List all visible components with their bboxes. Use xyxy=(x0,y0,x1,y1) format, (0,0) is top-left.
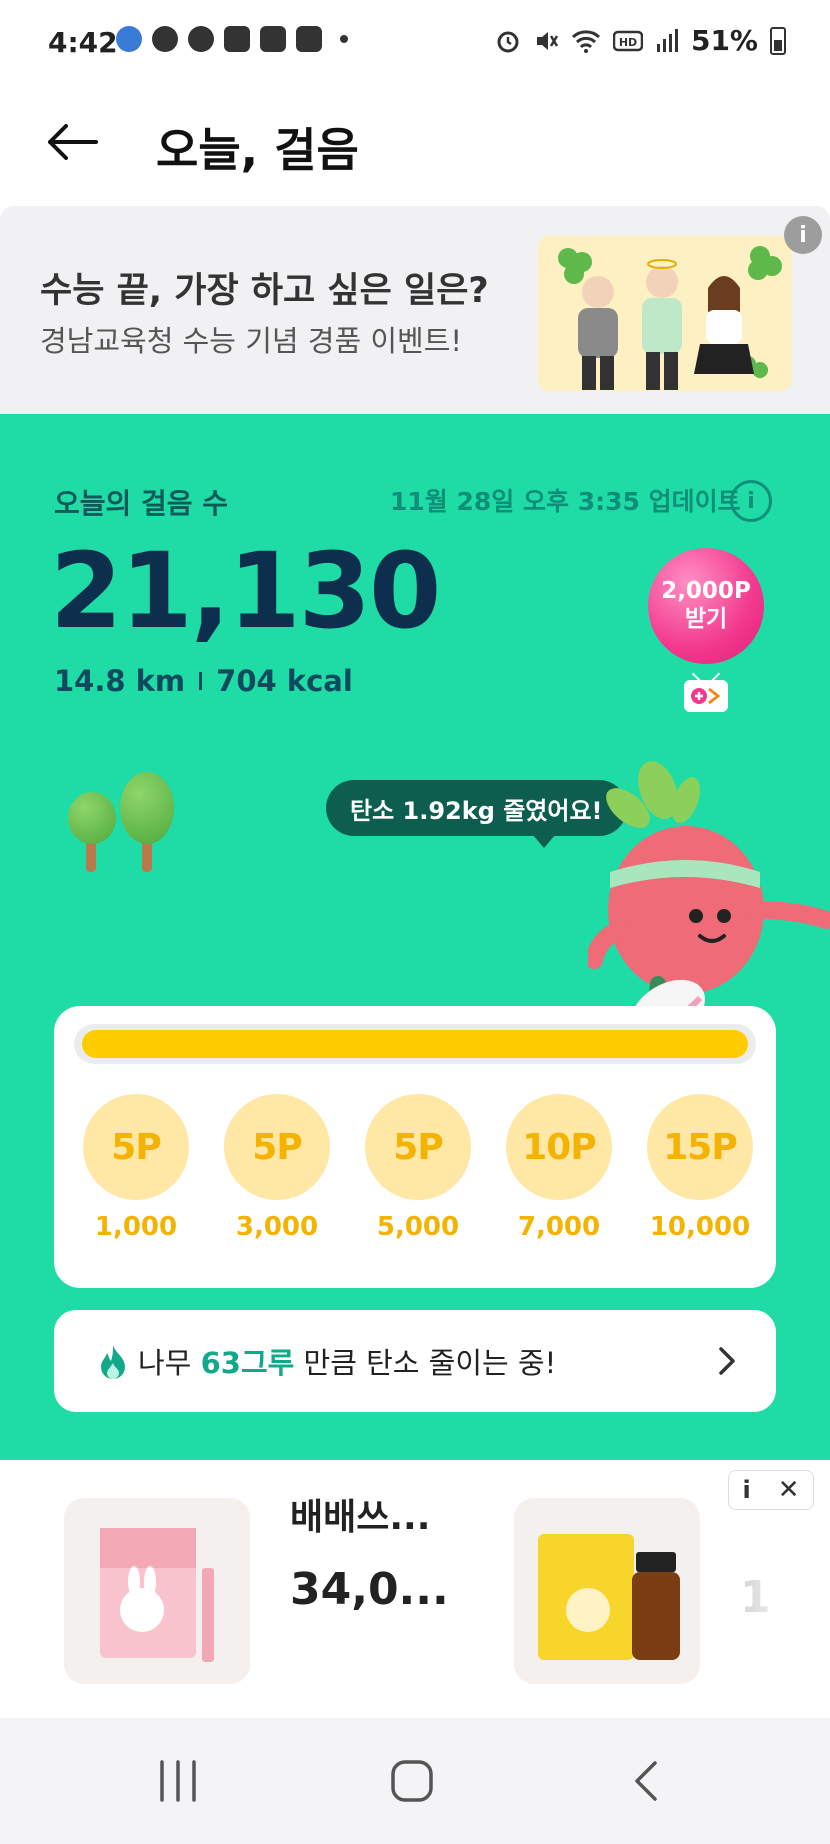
back-nav-button[interactable] xyxy=(616,1758,676,1804)
points-balloon-button[interactable]: 2,000P 받기 xyxy=(648,548,764,664)
tree-illustration xyxy=(62,772,182,872)
tree-text: 나무 63그루 만큼 탄소 줄이는 중! xyxy=(138,1340,556,1382)
milestone-item[interactable]: 15P 10,000 xyxy=(640,1094,760,1242)
steps-label: 오늘의 걸음 수 xyxy=(54,487,229,520)
carbon-speech-bubble: 탄소 1.92kg 줄였어요! xyxy=(326,780,627,848)
ad-brand: 배배쓰... xyxy=(290,1497,431,1538)
cash-icon xyxy=(224,26,250,52)
milestone-steps: 1,000 xyxy=(94,1212,178,1242)
milestone-points: 5P xyxy=(365,1094,471,1200)
distance-calories: 14.8 km 704 kcal xyxy=(54,664,353,698)
banner-illustration xyxy=(538,236,792,391)
milestone-item[interactable]: 5P 5,000 xyxy=(358,1094,478,1242)
milestone-steps: 10,000 xyxy=(649,1212,751,1242)
milestone-points: 15P xyxy=(647,1094,753,1200)
ad-product-image[interactable] xyxy=(514,1498,700,1684)
ad-product-image[interactable] xyxy=(64,1498,250,1684)
ok-cashbag-logo-icon xyxy=(684,680,728,712)
step-progress-bar xyxy=(74,1024,756,1064)
image-icon xyxy=(296,26,322,52)
milestone-points: 10P xyxy=(506,1094,612,1200)
app-header: 오늘, 걸음 xyxy=(0,84,830,206)
recent-apps-icon xyxy=(160,1760,196,1802)
divider xyxy=(199,672,203,690)
milestone-points: 5P xyxy=(224,1094,330,1200)
steps-section: 오늘의 걸음 수 11월 28일 오후 3:35 업데이트 i 21,130 1… xyxy=(0,414,830,1460)
battery-percent: 51% xyxy=(690,24,758,57)
milestone-item[interactable]: 10P 7,000 xyxy=(499,1094,619,1242)
event-banner[interactable]: 수능 끝, 가장 하고 싶은 일은? 경남교육청 수능 기념 경품 이벤트! i xyxy=(0,206,830,414)
milestone-item[interactable]: 5P 3,000 xyxy=(217,1094,337,1242)
system-icons: HD 51% xyxy=(495,24,786,57)
more-dot-icon xyxy=(340,35,348,43)
banner-title: 수능 끝, 가장 하고 싶은 일은? xyxy=(40,271,489,311)
mute-icon xyxy=(536,31,559,50)
step-progress-fill xyxy=(82,1030,748,1058)
tree-count: 63그루 xyxy=(200,1346,295,1380)
tree-prefix: 나무 xyxy=(138,1346,201,1380)
face-icon xyxy=(188,26,214,52)
ad-controls: i ✕ xyxy=(728,1470,814,1510)
ad-close-button[interactable]: ✕ xyxy=(778,1475,800,1505)
back-button[interactable] xyxy=(40,110,104,174)
calories-value: 704 kcal xyxy=(216,664,353,698)
balloon-action: 받기 xyxy=(684,606,728,632)
tree-carbon-card[interactable]: 나무 63그루 만큼 탄소 줄이는 중! xyxy=(54,1310,776,1412)
ad-info-button[interactable]: i xyxy=(742,1476,750,1504)
home-icon xyxy=(391,1760,433,1802)
home-button[interactable] xyxy=(382,1758,442,1804)
page-title: 오늘, 걸음 xyxy=(156,123,359,177)
milestone-steps: 5,000 xyxy=(376,1212,460,1242)
ad-carousel[interactable]: 배배쓰... 34,0... 1 i ✕ xyxy=(0,1460,830,1718)
stack-icon xyxy=(260,26,286,52)
tree-suffix: 만큼 탄소 줄이는 중! xyxy=(294,1346,557,1380)
steps-count: 21,130 xyxy=(50,530,441,652)
ad-price: 34,0... xyxy=(290,1564,449,1615)
battery-icon xyxy=(770,26,786,55)
flame-icon xyxy=(101,1345,125,1379)
milestone-points: 5P xyxy=(83,1094,189,1200)
banner-info-button[interactable]: i xyxy=(784,216,822,254)
status-bar: 4:42 HD 51% xyxy=(0,0,830,84)
svg-text:HD: HD xyxy=(619,36,637,49)
recent-apps-button[interactable] xyxy=(148,1758,208,1804)
alarm-icon xyxy=(497,31,519,52)
milestone-steps: 3,000 xyxy=(235,1212,319,1242)
banner-subtitle: 경남교육청 수능 기념 경품 이벤트! xyxy=(40,324,463,358)
person-icon xyxy=(152,26,178,52)
wifi-icon xyxy=(571,29,600,53)
hd-icon: HD xyxy=(612,30,643,51)
steps-info-button[interactable]: i xyxy=(730,480,772,522)
milestone-steps: 7,000 xyxy=(517,1212,601,1242)
face-icon xyxy=(116,26,142,52)
milestone-item[interactable]: 5P 1,000 xyxy=(76,1094,196,1242)
distance-value: 14.8 km xyxy=(54,664,186,698)
update-time: 11월 28일 오후 3:35 업데이트 xyxy=(390,487,741,516)
back-nav-icon xyxy=(635,1761,657,1801)
back-arrow-icon xyxy=(48,124,98,160)
status-time: 4:42 xyxy=(48,26,118,59)
signal-icon xyxy=(656,28,678,52)
chevron-right-icon xyxy=(719,1347,735,1375)
milestone-card: 5P 1,000 5P 3,000 5P 5,000 10P 7,000 15P 10,000 xyxy=(54,1006,776,1288)
system-nav-bar xyxy=(0,1718,830,1844)
balloon-points: 2,000P xyxy=(661,578,751,605)
notification-icons xyxy=(116,26,348,52)
